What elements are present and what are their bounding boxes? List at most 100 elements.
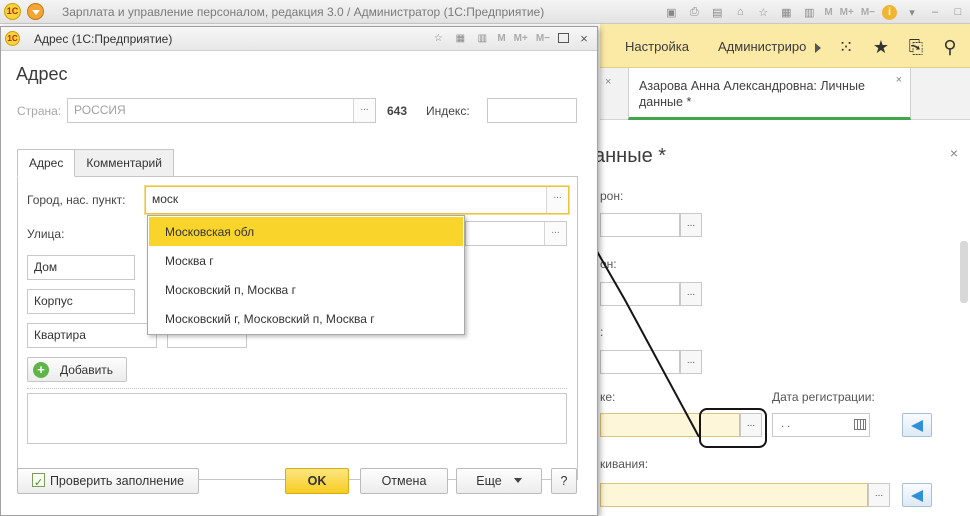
suggestion-item[interactable]: Московский п, Москва г (149, 275, 463, 304)
print-icon[interactable]: ⎙ (686, 4, 702, 20)
grid-menu-icon[interactable]: ⁙ (836, 37, 856, 57)
address-tabs: Адрес Комментарий (17, 149, 174, 177)
country-value: РОССИЯ (74, 103, 126, 117)
help-button[interactable]: ? (551, 468, 577, 494)
app-logo-icon: 1С (5, 31, 20, 46)
save-icon[interactable]: ▣ (663, 4, 679, 20)
korpus-type-input[interactable]: Корпус (27, 289, 135, 314)
app-window-title: Зарплата и управление персоналом, редакц… (62, 5, 545, 19)
personal-data-form: анные * × рон: ... он: ... : ... ке: ...… (594, 121, 970, 516)
street-label: Улица: (27, 227, 65, 241)
calendar-icon[interactable]: ▥ (801, 4, 817, 20)
check-fill-button[interactable]: Проверить заполнение (17, 468, 199, 495)
select-button[interactable]: ... (680, 213, 702, 237)
app-title-bar: 1С Зарплата и управление персоналом, ред… (0, 0, 970, 24)
open-windows-bar: × Азарова Анна Александровна: Личные дан… (600, 68, 970, 120)
tab-address[interactable]: Адрес (17, 149, 76, 177)
cancel-button[interactable]: Отмена (360, 468, 448, 494)
korpus-label: Корпус (34, 294, 73, 308)
tab-personal-data[interactable]: Азарова Анна Александровна: Личные данны… (628, 68, 911, 120)
search-icon[interactable]: ⚲ (940, 37, 960, 57)
registration-date-input[interactable]: . . (772, 413, 870, 437)
chevron-down-icon (513, 478, 522, 483)
form-field[interactable] (600, 350, 680, 374)
minimize-icon[interactable]: – (927, 4, 943, 20)
scrollbar[interactable] (960, 241, 968, 303)
country-input[interactable]: РОССИЯ ... (67, 98, 376, 123)
select-button[interactable]: ... (353, 99, 375, 122)
app-logo-icon: 1С (4, 3, 21, 20)
field-label: : (600, 325, 604, 339)
memory-plus-button[interactable]: M+ (514, 31, 528, 45)
tab-comment[interactable]: Комментарий (74, 149, 174, 177)
calendar-icon[interactable]: ▥ (475, 31, 489, 45)
calculator-icon[interactable]: ▦ (453, 31, 467, 45)
field-label: рон: (600, 189, 624, 203)
suggestion-item[interactable]: Москва г (149, 246, 463, 275)
dialog-toolbar: ☆ ▦ ▥ M M+ M− × (431, 31, 591, 46)
kvartira-type-input[interactable]: Квартира (27, 323, 157, 348)
address-dialog: 1С Адрес (1С:Предприятие) ☆ ▦ ▥ M M+ M− … (0, 26, 598, 516)
kvartira-label: Квартира (34, 328, 86, 342)
memory-minus-button[interactable]: M− (861, 4, 875, 20)
nav-settings[interactable]: Настройка (625, 39, 689, 54)
registration-date-value: . . (781, 418, 791, 430)
house-type-input[interactable]: Дом (27, 255, 135, 280)
info-icon[interactable]: i (882, 4, 897, 20)
add-button[interactable]: + Добавить (27, 357, 127, 382)
chevron-down-icon[interactable]: ▾ (904, 4, 920, 20)
star-icon[interactable]: ★ (871, 37, 891, 57)
app-toolbar: ▣ ⎙ ▤ ⌂ ☆ ▦ ▥ M M+ M− i ▾ – □ (663, 3, 966, 21)
calculator-icon[interactable]: ▦ (778, 4, 794, 20)
field-label: ке: (600, 390, 616, 404)
favorites-icon[interactable]: ☆ (755, 4, 771, 20)
suggestion-item[interactable]: Московская обл (149, 217, 463, 246)
select-button[interactable]: ... (546, 187, 568, 213)
memory-button[interactable]: M (497, 31, 505, 45)
arrow-left-icon[interactable] (902, 483, 932, 507)
form-field[interactable] (600, 213, 680, 237)
field-label: кивания: (600, 457, 649, 471)
maximize-icon[interactable] (558, 33, 569, 43)
preview-icon[interactable]: ▤ (709, 4, 725, 20)
select-button[interactable]: ... (868, 483, 890, 507)
index-input[interactable] (487, 98, 577, 123)
nav-administration[interactable]: Администриро (718, 39, 806, 54)
arrow-left-icon[interactable] (902, 413, 932, 437)
city-input[interactable]: моск ... (145, 186, 569, 214)
memory-button[interactable]: M (824, 4, 832, 20)
nav-more-icon[interactable] (815, 43, 821, 53)
suggestion-item[interactable]: Московский г, Московский п, Москва г (149, 304, 463, 333)
select-button[interactable]: ... (680, 282, 702, 306)
plus-icon: + (33, 362, 49, 378)
city-label: Город, нас. пункт: (27, 193, 126, 207)
favorites-icon[interactable]: ☆ (431, 31, 445, 45)
index-label: Индекс: (426, 104, 470, 118)
city-value: моск (152, 192, 179, 206)
close-icon[interactable]: × (605, 76, 611, 88)
dialog-window-title: Адрес (1С:Предприятие) (34, 32, 173, 46)
home-icon[interactable]: ⌂ (732, 4, 748, 20)
dialog-heading: Адрес (16, 64, 68, 84)
history-icon[interactable]: ⎘ (906, 37, 926, 57)
registration-date-label: Дата регистрации: (772, 390, 875, 404)
close-icon[interactable]: × (896, 74, 902, 86)
select-button[interactable]: ... (680, 350, 702, 374)
calendar-icon[interactable] (854, 419, 866, 430)
memory-minus-button[interactable]: M− (536, 31, 550, 45)
memory-plus-button[interactable]: M+ (840, 4, 854, 20)
close-icon[interactable]: × (950, 145, 958, 161)
more-button[interactable]: Еще (456, 468, 542, 494)
checklist-icon (31, 471, 45, 495)
maximize-icon[interactable]: □ (950, 4, 966, 20)
form-field[interactable] (600, 282, 680, 306)
street-input[interactable]: ... (465, 221, 567, 246)
main-menu-icon[interactable] (27, 3, 44, 20)
divider (27, 388, 567, 389)
close-icon[interactable]: × (577, 31, 591, 46)
address-presentation-field[interactable] (27, 393, 567, 444)
country-code: 643 (387, 104, 408, 118)
residence-address-field[interactable] (600, 483, 868, 507)
select-button[interactable]: ... (544, 222, 566, 245)
ok-button[interactable]: OK (285, 468, 349, 494)
